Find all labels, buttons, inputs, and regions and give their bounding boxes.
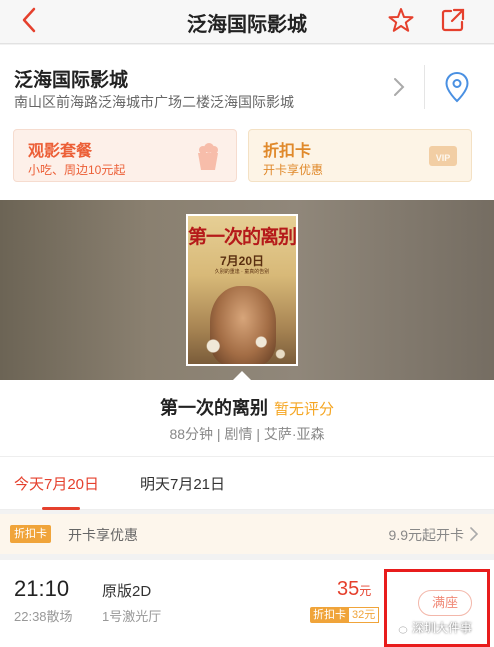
chevron-right-icon xyxy=(470,527,478,541)
watermark: 深圳大件事 xyxy=(394,617,472,639)
snack-combo-subtitle: 小吃、周边10元起 xyxy=(28,163,126,177)
watermark-text: 深圳大件事 xyxy=(412,621,473,635)
cinema-name: 泛海国际影城 xyxy=(14,70,129,91)
divider xyxy=(424,65,425,109)
active-tab-indicator xyxy=(42,507,80,510)
snack-cup-icon xyxy=(198,143,218,170)
page-title: 泛海国际影城 xyxy=(187,14,307,36)
card-price: 32元 xyxy=(348,607,380,623)
discount-card-subtitle: 开卡享优惠 xyxy=(263,163,324,177)
discount-card-price-text: 9.9元起开卡 xyxy=(388,527,464,543)
showtime-end: 22:38散场 xyxy=(14,609,73,624)
discount-card-bar[interactable]: 折扣卡 开卡享优惠 9.9元起开卡 xyxy=(0,514,494,554)
movie-title-line: 第一次的离别 暂无评分 xyxy=(0,394,494,420)
date-tabs: 今天7月20日 明天7月21日 xyxy=(0,456,494,510)
discount-card-title: 折扣卡 xyxy=(263,143,312,160)
snack-combo-card[interactable]: 观影套餐 小吃、周边10元起 xyxy=(13,129,237,182)
discount-card-promo[interactable]: 折扣卡 开卡享优惠 VIP xyxy=(248,129,472,182)
poster-date: 7月20日 xyxy=(219,254,265,268)
cinema-address[interactable]: 南山区前海路泛海城市广场二楼泛海国际影城 xyxy=(14,92,294,112)
card-price-tag: 折扣卡 xyxy=(310,607,349,623)
chevron-right-icon[interactable] xyxy=(393,77,405,97)
tab-tomorrow[interactable]: 明天7月21日 xyxy=(140,473,225,494)
movie-title: 第一次的离别 xyxy=(159,398,268,418)
snack-combo-title: 观影套餐 xyxy=(28,143,93,160)
poster-title: 第一次的离别 xyxy=(188,226,297,248)
discount-card-text: 开卡享优惠 xyxy=(68,527,138,543)
svg-text:VIP: VIP xyxy=(436,153,451,163)
top-nav-bar: 泛海国际影城 xyxy=(0,0,494,44)
poster-flowers-image xyxy=(194,326,290,364)
movie-poster[interactable]: 第一次的离别 7月20日 久别的重逢 · 童真的告别 xyxy=(186,214,298,366)
movie-info: 第一次的离别 暂无评分 88分钟 | 剧情 | 艾萨·亚森 xyxy=(0,380,494,456)
price-value: 35 xyxy=(337,578,360,600)
star-icon[interactable] xyxy=(388,7,414,33)
cinema-info-panel: 泛海国际影城 南山区前海路泛海城市广场二楼泛海国际影城 观影套餐 小吃、周边10… xyxy=(0,45,494,200)
poster-tagline: 久别的重逢 · 童真的告别 xyxy=(214,269,270,275)
showtime-start: 21:10 xyxy=(14,576,70,601)
location-pin-icon[interactable] xyxy=(444,71,470,103)
share-icon[interactable] xyxy=(440,7,466,33)
movie-rating: 暂无评分 xyxy=(273,401,334,418)
price-unit: 元 xyxy=(359,584,372,598)
vip-card-icon: VIP xyxy=(429,146,457,166)
showtime-price: 35元 xyxy=(337,578,371,601)
showtime-version: 原版2D xyxy=(102,583,152,600)
tab-today[interactable]: 今天7月20日 xyxy=(14,473,99,494)
showtime-hall: 1号激光厅 xyxy=(102,609,162,624)
wechat-icon xyxy=(395,623,408,634)
movie-meta: 88分钟 | 剧情 | 艾萨·亚森 xyxy=(169,426,325,442)
discount-card-tag: 折扣卡 xyxy=(10,525,51,543)
